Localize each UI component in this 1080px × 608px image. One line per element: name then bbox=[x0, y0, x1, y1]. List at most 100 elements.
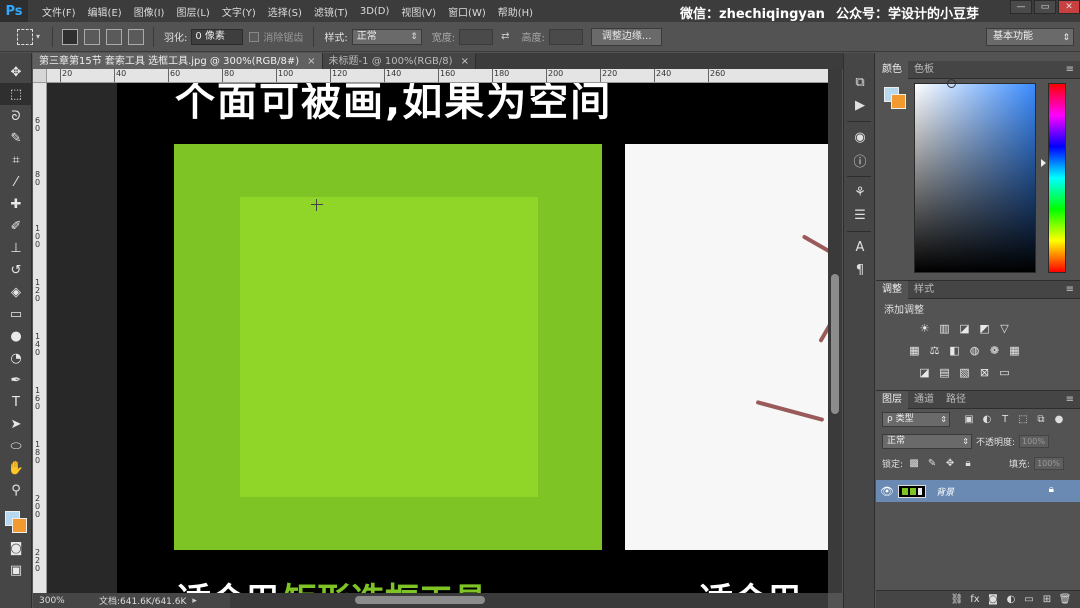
filter-shape-icon[interactable]: ⬚ bbox=[1016, 414, 1030, 426]
filter-pixel-icon[interactable]: ▣ bbox=[962, 414, 976, 426]
exposure-icon[interactable]: ◩ bbox=[976, 321, 993, 335]
path-selection-tool-icon[interactable]: ➤ bbox=[0, 413, 32, 435]
photo-filter-icon[interactable]: ◍ bbox=[966, 343, 983, 357]
marquee-preset-icon[interactable] bbox=[17, 28, 33, 45]
menu-view[interactable]: 视图(V) bbox=[395, 4, 442, 19]
vibrance-icon[interactable]: ▽ bbox=[996, 321, 1013, 335]
new-group-icon[interactable]: ▭ bbox=[1020, 594, 1038, 605]
filter-adjustment-icon[interactable]: ◐ bbox=[980, 414, 994, 426]
paragraph-panel-icon[interactable]: ¶ bbox=[844, 259, 876, 282]
channel-mixer-icon[interactable]: ❁ bbox=[986, 343, 1003, 357]
brush-presets-panel-icon[interactable]: ⚘ bbox=[844, 181, 876, 204]
lock-image-icon[interactable]: ✎ bbox=[925, 458, 939, 470]
lasso-tool-icon[interactable]: ᘐ bbox=[0, 105, 32, 127]
lock-position-icon[interactable]: ✥ bbox=[943, 458, 957, 470]
add-selection-icon[interactable] bbox=[84, 28, 101, 45]
dodge-tool-icon[interactable]: ◔ bbox=[0, 347, 32, 369]
healing-brush-tool-icon[interactable]: ✚ bbox=[0, 193, 32, 215]
pen-tool-icon[interactable]: ✒ bbox=[0, 369, 32, 391]
canvas-area[interactable]: 个面可被画,如果为空间 适合用 矩形选框工具 适合用 bbox=[47, 83, 828, 593]
swap-dimensions-icon[interactable]: ⇄ bbox=[501, 31, 509, 42]
panel-menu-icon[interactable]: ≡ bbox=[1066, 394, 1074, 405]
menu-help[interactable]: 帮助(H) bbox=[492, 4, 539, 19]
close-tab-icon[interactable]: × bbox=[307, 54, 315, 69]
invert-icon[interactable]: ◪ bbox=[916, 365, 933, 379]
minimize-button[interactable]: — bbox=[1010, 0, 1032, 14]
tab-paths[interactable]: 路径 bbox=[940, 391, 972, 409]
actions-panel-icon[interactable]: ▶ bbox=[844, 94, 876, 117]
status-menu-icon[interactable]: ▸ bbox=[192, 596, 197, 606]
layer-mask-icon[interactable]: ◙ bbox=[984, 594, 1002, 605]
refine-edge-button[interactable]: 调整边缘... bbox=[590, 27, 663, 46]
menu-layer[interactable]: 图层(L) bbox=[170, 4, 215, 19]
info-panel-icon[interactable]: ⓘ bbox=[844, 149, 876, 172]
menu-image[interactable]: 图像(I) bbox=[128, 4, 171, 19]
hue-saturation-icon[interactable]: ▦ bbox=[906, 343, 923, 357]
background-color-swatch[interactable] bbox=[12, 518, 27, 533]
tab-document-2[interactable]: 未标题-1 @ 100%(RGB/8) × bbox=[322, 53, 476, 69]
ellipse-tool-icon[interactable]: ⬭ bbox=[0, 435, 32, 457]
subtract-selection-icon[interactable] bbox=[106, 28, 123, 45]
selective-color-icon[interactable]: ⊠ bbox=[976, 365, 993, 379]
curves-icon[interactable]: ◪ bbox=[956, 321, 973, 335]
color-picker-field[interactable] bbox=[914, 79, 1036, 273]
hand-tool-icon[interactable]: ✋ bbox=[0, 457, 32, 479]
properties-panel-icon[interactable]: ◉ bbox=[844, 126, 876, 149]
history-panel-icon[interactable]: ⧉ bbox=[844, 71, 876, 94]
brush-panel-icon[interactable]: ☰ bbox=[844, 204, 876, 227]
opacity-input[interactable]: 100% bbox=[1019, 435, 1050, 448]
crop-tool-icon[interactable]: ⌗ bbox=[0, 149, 32, 171]
horizontal-scroll-thumb[interactable] bbox=[355, 596, 485, 604]
horizontal-ruler[interactable]: 20 40 60 80 100 120 140 160 180 200 220 240 260 bbox=[47, 69, 828, 83]
gradient-tool-icon[interactable]: ▭ bbox=[0, 303, 32, 325]
layer-filter-select[interactable]: ρ 类型 bbox=[882, 412, 950, 427]
gradient-map-icon[interactable]: ▭ bbox=[996, 365, 1013, 379]
menu-type[interactable]: 文字(Y) bbox=[216, 4, 262, 19]
panel-menu-icon[interactable]: ≡ bbox=[1066, 284, 1074, 295]
feather-input[interactable]: 0 像素 bbox=[191, 28, 244, 45]
threshold-icon[interactable]: ▧ bbox=[956, 365, 973, 379]
zoom-level[interactable]: 300% bbox=[33, 596, 69, 606]
tab-color[interactable]: 颜色 bbox=[876, 60, 908, 79]
color-picker-cursor[interactable] bbox=[947, 79, 956, 88]
workspace-select[interactable]: 基本功能 bbox=[986, 28, 1074, 46]
tab-document-1[interactable]: 第三章第15节 套索工具 选框工具.jpg @ 300%(RGB/8#) × bbox=[33, 53, 323, 69]
hue-slider[interactable] bbox=[1048, 83, 1066, 273]
vertical-scroll-thumb[interactable] bbox=[831, 274, 839, 414]
horizontal-scrollbar[interactable] bbox=[230, 593, 828, 608]
quick-mask-icon[interactable]: ◙ bbox=[0, 537, 32, 559]
ruler-origin[interactable] bbox=[33, 69, 47, 83]
clone-stamp-tool-icon[interactable]: ⊥ bbox=[0, 237, 32, 259]
tab-swatches[interactable]: 色板 bbox=[908, 61, 940, 79]
intersect-selection-icon[interactable] bbox=[128, 28, 145, 45]
fill-input[interactable]: 100% bbox=[1034, 457, 1065, 470]
zoom-tool-icon[interactable]: ⚲ bbox=[0, 479, 32, 501]
move-tool-icon[interactable]: ✥ bbox=[0, 61, 32, 83]
new-selection-icon[interactable] bbox=[62, 28, 79, 45]
brightness-contrast-icon[interactable]: ☀ bbox=[916, 321, 933, 335]
layer-background[interactable]: 👁︎ 背景 🔒︎ bbox=[876, 480, 1080, 502]
eraser-tool-icon[interactable]: ◈ bbox=[0, 281, 32, 303]
restore-button[interactable]: ▭ bbox=[1034, 0, 1056, 14]
screen-mode-icon[interactable]: ▣ bbox=[0, 559, 32, 581]
style-select[interactable]: 正常 bbox=[351, 28, 422, 45]
menu-select[interactable]: 选择(S) bbox=[262, 4, 308, 19]
levels-icon[interactable]: ▥ bbox=[936, 321, 953, 335]
tab-styles[interactable]: 样式 bbox=[908, 281, 940, 299]
blend-mode-select[interactable]: 正常 bbox=[882, 434, 972, 449]
menu-3d[interactable]: 3D(D) bbox=[354, 6, 396, 17]
close-tab-icon[interactable]: × bbox=[461, 54, 469, 69]
layer-style-icon[interactable]: fx bbox=[966, 594, 984, 605]
visibility-eye-icon[interactable]: 👁︎ bbox=[876, 485, 898, 498]
panel-menu-icon[interactable]: ≡ bbox=[1066, 64, 1074, 75]
filter-type-icon[interactable]: T bbox=[998, 414, 1012, 426]
document-image[interactable]: 个面可被画,如果为空间 适合用 矩形选框工具 适合用 bbox=[117, 83, 828, 593]
close-button[interactable]: ✕ bbox=[1058, 0, 1080, 14]
color-balance-icon[interactable]: ⚖ bbox=[926, 343, 943, 357]
preset-dropdown-icon[interactable]: ▾ bbox=[36, 32, 40, 41]
menu-file[interactable]: 文件(F) bbox=[36, 4, 82, 19]
lock-transparent-icon[interactable]: ▩ bbox=[907, 458, 921, 470]
menu-window[interactable]: 窗口(W) bbox=[442, 4, 492, 19]
new-layer-icon[interactable]: ⊞ bbox=[1038, 594, 1056, 605]
new-adjustment-layer-icon[interactable]: ◐ bbox=[1002, 594, 1020, 605]
